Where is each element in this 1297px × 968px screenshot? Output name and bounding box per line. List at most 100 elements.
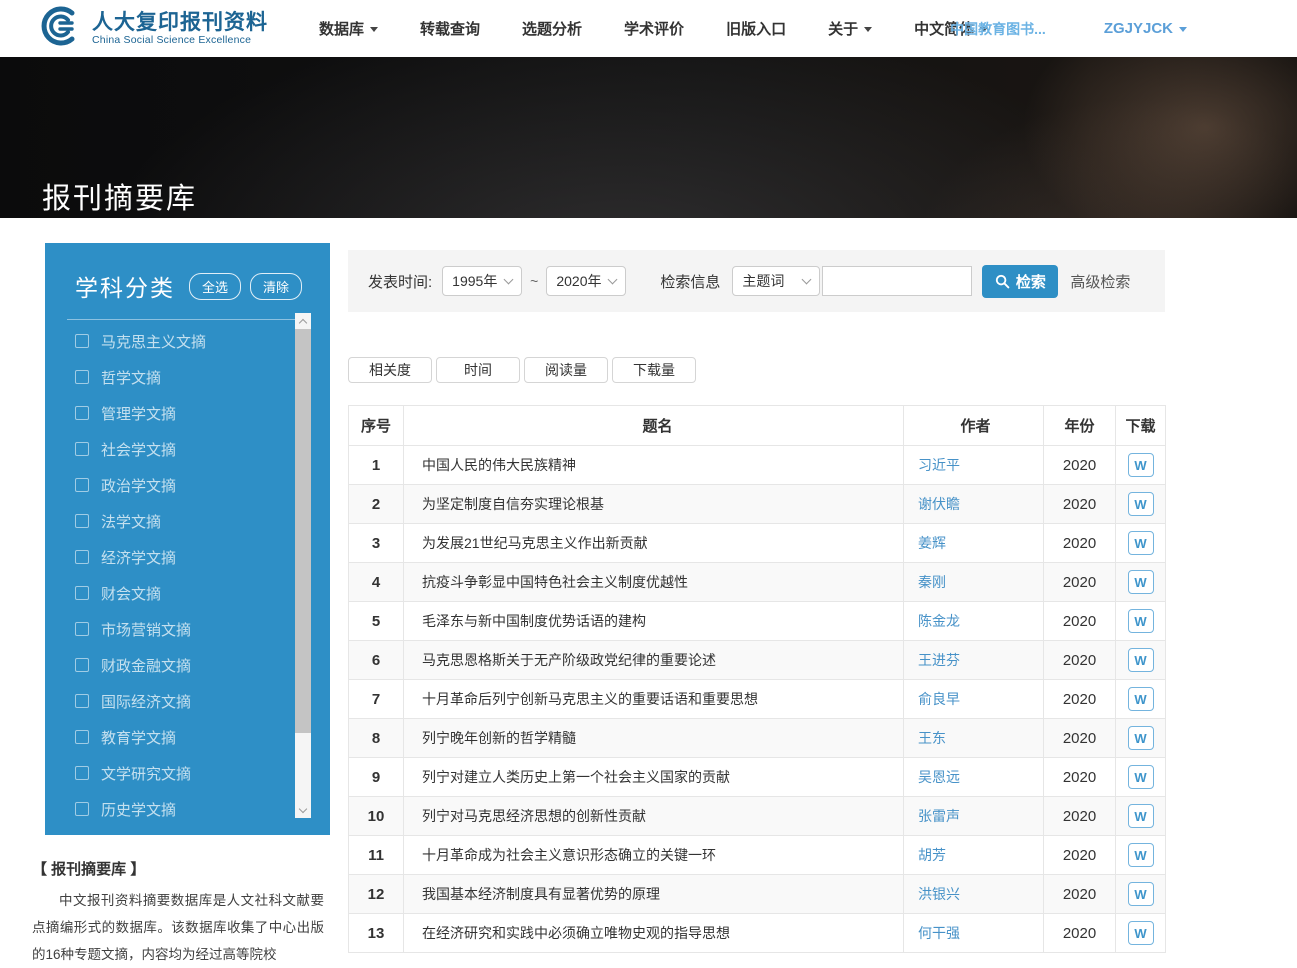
article-title[interactable]: 列宁对建立人类历史上第一个社会主义国家的贡献 bbox=[404, 758, 904, 796]
author-link[interactable]: 洪银兴 bbox=[918, 884, 960, 904]
download-word-button[interactable]: W bbox=[1128, 648, 1154, 672]
subject-category-item[interactable]: 财政金融文摘 bbox=[75, 647, 288, 683]
author-link[interactable]: 习近平 bbox=[918, 455, 960, 475]
year-from-select[interactable]: 1995年 bbox=[442, 266, 522, 296]
article-title[interactable]: 我国基本经济制度具有显著优势的原理 bbox=[404, 875, 904, 913]
sort-relevance-button[interactable]: 相关度 bbox=[348, 357, 432, 383]
checkbox-icon[interactable] bbox=[75, 622, 89, 636]
scroll-up-icon[interactable] bbox=[295, 313, 311, 329]
sort-time-button[interactable]: 时间 bbox=[436, 357, 520, 383]
subject-category-item[interactable]: 马克思主义文摘 bbox=[75, 323, 288, 359]
article-title[interactable]: 列宁晚年创新的哲学精髓 bbox=[404, 719, 904, 757]
author-link[interactable]: 吴恩远 bbox=[918, 767, 960, 787]
download-word-button[interactable]: W bbox=[1128, 843, 1154, 867]
table-row: 5 毛泽东与新中国制度优势话语的建构 陈金龙 2020 W bbox=[349, 602, 1165, 641]
subject-category-item[interactable]: 政治学文摘 bbox=[75, 467, 288, 503]
nav-item-reprint-query[interactable]: 转载查询 bbox=[420, 18, 480, 39]
article-title[interactable]: 为坚定制度自信夯实理论根基 bbox=[404, 485, 904, 523]
nav-item-databases[interactable]: 数据库 bbox=[319, 18, 378, 39]
subject-category-item[interactable]: 历史学文摘 bbox=[75, 791, 288, 827]
nav-item-academic-evaluation[interactable]: 学术评价 bbox=[624, 18, 684, 39]
checkbox-icon[interactable] bbox=[75, 514, 89, 528]
subject-category-item[interactable]: 教育学文摘 bbox=[75, 719, 288, 755]
checkbox-icon[interactable] bbox=[75, 802, 89, 816]
checkbox-icon[interactable] bbox=[75, 766, 89, 780]
subject-category-label: 国际经济文摘 bbox=[101, 691, 191, 712]
checkbox-icon[interactable] bbox=[75, 586, 89, 600]
nav-item-topic-analysis[interactable]: 选题分析 bbox=[522, 18, 582, 39]
article-title[interactable]: 中国人民的伟大民族精神 bbox=[404, 446, 904, 484]
sort-downloads-button[interactable]: 下载量 bbox=[612, 357, 696, 383]
download-word-button[interactable]: W bbox=[1128, 882, 1154, 906]
download-cell: W bbox=[1116, 680, 1165, 718]
search-button[interactable]: 检索 bbox=[982, 265, 1058, 298]
subject-category-item[interactable]: 国际经济文摘 bbox=[75, 683, 288, 719]
account-menu[interactable]: ZGJYJCK bbox=[1104, 20, 1187, 37]
download-word-button[interactable]: W bbox=[1128, 921, 1154, 945]
subject-category-item[interactable]: 社会学文摘 bbox=[75, 431, 288, 467]
subject-category-item[interactable]: 法学文摘 bbox=[75, 503, 288, 539]
download-word-button[interactable]: W bbox=[1128, 492, 1154, 516]
select-all-button[interactable]: 全选 bbox=[189, 273, 241, 300]
download-word-button[interactable]: W bbox=[1128, 609, 1154, 633]
search-input[interactable] bbox=[822, 266, 972, 296]
subject-category-item[interactable]: 哲学文摘 bbox=[75, 359, 288, 395]
download-word-button[interactable]: W bbox=[1128, 453, 1154, 477]
nav-item-about[interactable]: 关于 bbox=[828, 18, 872, 39]
download-word-button[interactable]: W bbox=[1128, 570, 1154, 594]
checkbox-icon[interactable] bbox=[75, 334, 89, 348]
author-link[interactable]: 王进芬 bbox=[918, 650, 960, 670]
checkbox-icon[interactable] bbox=[75, 370, 89, 384]
database-description-heading: 【 报刊摘要库 】 bbox=[32, 858, 324, 879]
subject-category-item[interactable]: 文学研究文摘 bbox=[75, 755, 288, 791]
subject-category-item[interactable]: 管理学文摘 bbox=[75, 395, 288, 431]
article-title[interactable]: 毛泽东与新中国制度优势话语的建构 bbox=[404, 602, 904, 640]
clear-button[interactable]: 清除 bbox=[250, 273, 302, 300]
year-to-select[interactable]: 2020年 bbox=[546, 266, 626, 296]
article-title[interactable]: 为发展21世纪马克思主义作出新贡献 bbox=[404, 524, 904, 562]
author-link[interactable]: 姜辉 bbox=[918, 533, 946, 553]
sort-reads-button[interactable]: 阅读量 bbox=[524, 357, 608, 383]
checkbox-icon[interactable] bbox=[75, 694, 89, 708]
article-title[interactable]: 列宁对马克思经济思想的创新性贡献 bbox=[404, 797, 904, 835]
subject-category-label: 法学文摘 bbox=[101, 511, 161, 532]
author-link[interactable]: 何干强 bbox=[918, 923, 960, 943]
download-word-button[interactable]: W bbox=[1128, 687, 1154, 711]
advanced-search-link[interactable]: 高级检索 bbox=[1070, 271, 1130, 292]
checkbox-icon[interactable] bbox=[75, 550, 89, 564]
subject-category-item[interactable]: 财会文摘 bbox=[75, 575, 288, 611]
article-title[interactable]: 十月革命成为社会主义意识形态确立的关键一环 bbox=[404, 836, 904, 874]
subject-category-item[interactable]: 市场营销文摘 bbox=[75, 611, 288, 647]
subject-category-item[interactable]: 经济学文摘 bbox=[75, 539, 288, 575]
author-link[interactable]: 陈金龙 bbox=[918, 611, 960, 631]
download-word-button[interactable]: W bbox=[1128, 531, 1154, 555]
download-word-button[interactable]: W bbox=[1128, 765, 1154, 789]
site-logo[interactable]: 人大复印报刊资料 China Social Science Excellence bbox=[36, 6, 268, 51]
author-link[interactable]: 胡芳 bbox=[918, 845, 946, 865]
scrollbar-thumb[interactable] bbox=[295, 329, 311, 733]
checkbox-icon[interactable] bbox=[75, 658, 89, 672]
article-title[interactable]: 在经济研究和实践中必须确立唯物史观的指导思想 bbox=[404, 914, 904, 952]
download-word-button[interactable]: W bbox=[1128, 726, 1154, 750]
download-cell: W bbox=[1116, 602, 1165, 640]
download-word-button[interactable]: W bbox=[1128, 804, 1154, 828]
checkbox-icon[interactable] bbox=[75, 406, 89, 420]
nav-item-old-version[interactable]: 旧版入口 bbox=[726, 18, 786, 39]
search-field-select[interactable]: 主题词 bbox=[732, 266, 820, 296]
checkbox-icon[interactable] bbox=[75, 730, 89, 744]
article-title[interactable]: 十月革命后列宁创新马克思主义的重要话语和重要思想 bbox=[404, 680, 904, 718]
article-title[interactable]: 马克思恩格斯关于无产阶级政党纪律的重要论述 bbox=[404, 641, 904, 679]
sidebar-scrollbar[interactable] bbox=[295, 313, 311, 818]
author-link[interactable]: 秦刚 bbox=[918, 572, 946, 592]
author-link[interactable]: 张雷声 bbox=[918, 806, 960, 826]
chevron-down-icon bbox=[370, 27, 378, 32]
sort-bar: 相关度 时间 阅读量 下载量 bbox=[348, 357, 700, 383]
author-link[interactable]: 谢伏瞻 bbox=[918, 494, 960, 514]
author-link[interactable]: 王东 bbox=[918, 728, 946, 748]
checkbox-icon[interactable] bbox=[75, 442, 89, 456]
scroll-down-icon[interactable] bbox=[295, 802, 311, 818]
checkbox-icon[interactable] bbox=[75, 478, 89, 492]
article-title[interactable]: 抗疫斗争彰显中国特色社会主义制度优越性 bbox=[404, 563, 904, 601]
institution-link[interactable]: 中国教育图书... bbox=[950, 19, 1046, 39]
author-link[interactable]: 俞良早 bbox=[918, 689, 960, 709]
